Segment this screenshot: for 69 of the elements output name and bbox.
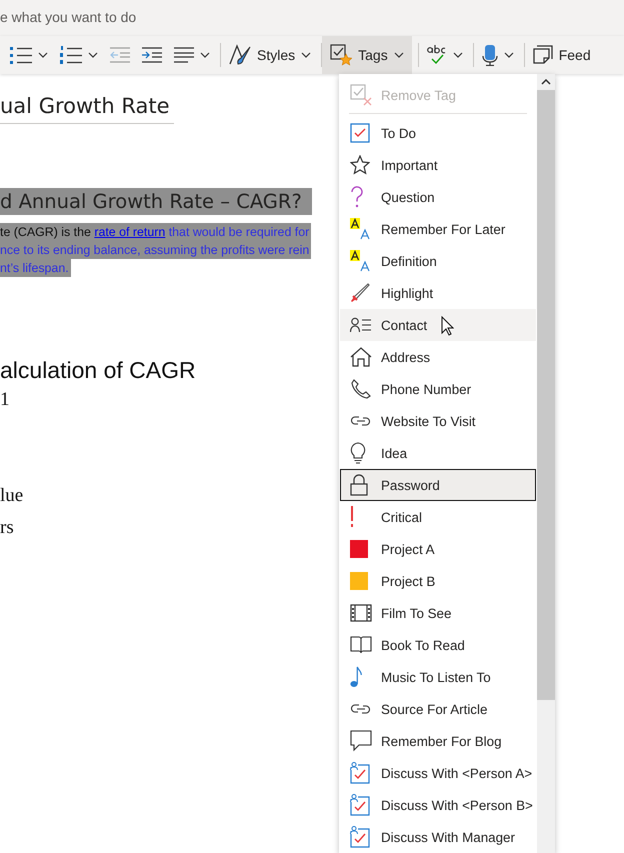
tag-menu-item[interactable]: Password	[340, 469, 536, 501]
tag-menu-item[interactable]: Discuss With <Person B>	[340, 789, 536, 821]
section-heading: alculation of CAGR	[0, 357, 196, 383]
scrollbar[interactable]	[537, 74, 555, 853]
highlighter-icon	[350, 283, 370, 303]
house-icon	[350, 347, 372, 367]
page-title: ual Growth Rate	[0, 92, 174, 124]
tag-menu-item[interactable]: Contact	[340, 309, 536, 341]
person-checkbox-icon	[350, 762, 370, 784]
phone-icon	[350, 379, 372, 399]
tag-menu-item[interactable]: Address	[340, 341, 536, 373]
tag-menu-item[interactable]: Remember For Blog	[340, 725, 536, 757]
speech-bubble-icon	[350, 730, 372, 752]
music-note-icon	[350, 666, 362, 688]
remove-tag-icon	[350, 84, 372, 106]
scroll-up-icon[interactable]	[541, 79, 551, 85]
search-field[interactable]: e what you want to do	[0, 0, 624, 36]
body-text: lue	[0, 485, 24, 506]
tag-menu-item[interactable]: Highlight	[340, 277, 536, 309]
tag-menu-item[interactable]: Film To See	[340, 597, 536, 629]
decrease-indent-icon	[110, 47, 130, 63]
exclamation-icon	[350, 506, 354, 528]
person-checkbox-icon	[350, 794, 370, 816]
tag-menu-item[interactable]: Important	[340, 149, 536, 181]
contact-card-icon	[350, 317, 372, 333]
microphone-icon	[482, 44, 498, 66]
link-icon	[350, 414, 372, 428]
increase-indent-icon	[142, 47, 162, 63]
tag-menu-item[interactable]: Definition	[340, 245, 536, 277]
tag-menu-item[interactable]: Idea	[340, 437, 536, 469]
open-book-icon	[350, 636, 372, 654]
bulleted-list-icon	[10, 46, 32, 64]
mouse-pointer-icon	[441, 316, 454, 336]
star-icon	[350, 155, 370, 175]
tag-menu-item[interactable]: Discuss With <Person A>	[340, 757, 536, 789]
tag-menu-item[interactable]: Critical	[340, 501, 536, 533]
tag-menu-item[interactable]: Source For Article	[340, 693, 536, 725]
tag-menu-item[interactable]: Project B	[340, 565, 536, 597]
scrollbar-thumb[interactable]	[537, 90, 555, 700]
tags-button[interactable]: Tags	[322, 36, 412, 74]
tag-menu-item[interactable]: Music To Listen To	[340, 661, 536, 693]
tag-menu-item[interactable]: Project A	[340, 533, 536, 565]
section-heading: d Annual Growth Rate – CAGR?	[0, 188, 312, 215]
light-bulb-icon	[350, 442, 366, 464]
styles-button[interactable]: Styles	[229, 36, 316, 74]
tag-menu-item[interactable]: Website To Visit	[340, 405, 536, 437]
tag-menu-item[interactable]: Discuss With Manager	[340, 821, 536, 853]
sticky-note-icon	[532, 45, 553, 65]
link-icon	[350, 702, 372, 716]
checkbox-icon	[350, 123, 370, 143]
checkbox-star-icon	[330, 44, 352, 66]
person-checkbox-icon	[350, 826, 370, 848]
letters-icon	[350, 218, 370, 240]
tag-menu-item[interactable]: Book To Read	[340, 629, 536, 661]
tag-menu-item[interactable]: To Do	[340, 117, 536, 149]
spell-check-icon	[426, 45, 447, 65]
align-left-icon	[174, 47, 194, 63]
body-text: 1	[0, 389, 10, 410]
body-text: rs	[0, 517, 14, 538]
letters-icon	[350, 250, 370, 272]
question-mark-icon	[350, 186, 364, 208]
paintbrush-letter-icon	[229, 44, 251, 66]
tag-menu-item[interactable]: Phone Number	[340, 373, 536, 405]
tag-menu-item[interactable]: Remember For Later	[340, 213, 536, 245]
padlock-icon	[350, 474, 368, 496]
film-strip-icon	[350, 604, 372, 622]
tag-menu-item[interactable]: Question	[340, 181, 536, 213]
numbered-list-icon	[60, 46, 82, 64]
feed-button[interactable]: Feed	[532, 36, 595, 74]
